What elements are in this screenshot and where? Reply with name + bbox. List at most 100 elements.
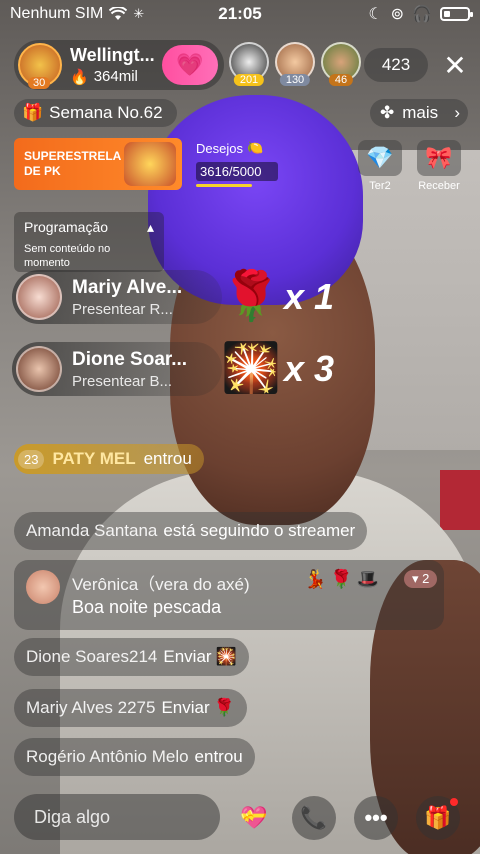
more-label: mais [402, 103, 439, 122]
video-call-button[interactable]: 📞 [292, 796, 336, 840]
wishes-label: Desejos [196, 140, 243, 156]
carrier-label: Nenhum SIM [10, 5, 104, 22]
lightstick-icon: 🎀 [417, 140, 461, 176]
chevron-right-icon: › [454, 103, 460, 122]
sender-name: Mariy Alve... [72, 276, 183, 298]
gift-button[interactable]: 🎁 [416, 796, 460, 840]
top-viewers: 201 130 46 [229, 42, 361, 86]
heart-wings-icon: 💗 [176, 52, 204, 77]
rotation-lock-icon: ⊚ [390, 6, 405, 23]
lightstick-icon: 🎇 [221, 341, 281, 395]
gift-message: Presentear B... [72, 372, 173, 390]
entry-name[interactable]: PATY MEL [52, 449, 135, 469]
gift-icon: 🎁 [424, 805, 452, 830]
rose-icon: 🌹 [330, 569, 353, 589]
battery-icon [440, 7, 473, 21]
side-button-receber[interactable]: 🎀 Receber [414, 140, 464, 192]
host-name: Wellingt... [70, 44, 155, 65]
sender-avatar[interactable] [16, 274, 62, 320]
rose-icon: 🌹 [213, 698, 235, 717]
dancer-icon: 💃 [304, 569, 327, 589]
sender-avatar[interactable] [16, 346, 62, 392]
chat-user: Amanda Santana [26, 521, 158, 540]
pk-superstar-banner[interactable]: SUPERESTRELA DE PK [14, 138, 182, 190]
viewer-badge: 46 [328, 74, 354, 86]
chat-text: Enviar [163, 647, 212, 666]
chat-message[interactable]: Dione Soares214 Enviar 🎇 [14, 638, 249, 676]
schedule-panel[interactable]: Programação ▴ Sem conteúdo no momento [14, 212, 164, 272]
host-level: 30 [28, 77, 51, 89]
lemon-icon: 🍋 [246, 140, 264, 155]
fan-badge-count: 2 [422, 571, 430, 586]
host-likes: 364mil [93, 68, 138, 85]
status-bar: Nenhum SIM ✳ 21:05 ☾ ⊚ 🎧 [0, 0, 480, 28]
more-button[interactable]: ✤ mais › [370, 99, 468, 127]
sender-name: Dione Soar... [72, 348, 188, 370]
entry-action: entrou [143, 449, 192, 468]
ellipsis-icon: ••• [364, 805, 388, 830]
chat-message[interactable]: Rogério Antônio Melo entrou [14, 738, 255, 776]
chat-text: entrou [194, 747, 243, 766]
viewer-count[interactable]: 423 [364, 48, 428, 82]
trophy-figure-icon [124, 142, 176, 186]
gift-banner: Mariy Alve... Presentear R... 🌹 x 1 [12, 270, 342, 324]
close-icon: ✕ [443, 49, 467, 81]
viewer-badge: 201 [233, 74, 265, 86]
wifi-icon [109, 7, 128, 20]
viewer-avatar[interactable]: 201 [229, 42, 269, 86]
fan-badge: ▾ 2 [404, 570, 438, 588]
gem-icon: 💎 [358, 140, 402, 176]
schedule-title: Programação [24, 219, 109, 235]
lightstick-icon: 🎇 [215, 647, 237, 666]
wishes-progress: 3616/5000 [196, 162, 278, 181]
chat-user: Rogério Antônio Melo [26, 747, 189, 766]
carrier: Nenhum SIM ✳ [10, 5, 144, 23]
chat-message[interactable]: Amanda Santana está seguindo o streamer [14, 512, 368, 550]
moon-icon: ☾ [368, 6, 383, 23]
caret-up-icon: ▴ [146, 219, 154, 235]
viewer-avatar[interactable]: 46 [321, 42, 361, 86]
chat-message[interactable]: Verônica（vera do axé) Boa noite pescada … [14, 560, 444, 630]
video-call-icon: 📞 [300, 805, 328, 830]
comment-input[interactable]: Diga algo [14, 794, 220, 840]
grid-icon: ✤ [380, 103, 395, 122]
gift-icon: 🎁 [22, 103, 44, 122]
pk-banner-text: SUPERESTRELA DE PK [24, 149, 121, 178]
headphones-icon: 🎧 [412, 6, 432, 23]
red-decoration [440, 470, 480, 530]
gift-message: Presentear R... [72, 300, 173, 318]
more-options-button[interactable]: ••• [354, 796, 398, 840]
week-label: Semana No.62 [49, 103, 163, 122]
chat-message[interactable]: Mariy Alves 2275 Enviar 🌹 [14, 689, 247, 727]
schedule-subtitle: Sem conteúdo no momento [24, 243, 111, 269]
gift-bag-button[interactable]: 💝 [232, 796, 276, 840]
viewer-avatar[interactable]: 130 [275, 42, 315, 86]
close-button[interactable]: ✕ [440, 48, 470, 82]
rose-icon: 🌹 [221, 269, 281, 323]
side-button-label: Ter2 [369, 180, 391, 192]
chat-text: Enviar [161, 698, 210, 717]
loading-icon: ✳ [133, 6, 145, 21]
notification-dot [450, 798, 458, 806]
wishes-progress-bar [196, 184, 253, 187]
chat-text: está seguindo o streamer [163, 521, 356, 540]
chat-avatar[interactable] [26, 570, 60, 604]
gift-multiplier: x 1 [284, 276, 335, 317]
side-button-ter2[interactable]: 💎 Ter2 [355, 140, 405, 192]
tophat-icon: 🎩 [356, 569, 380, 589]
chat-user: Dione Soares214 [26, 647, 158, 666]
host-avatar[interactable]: 30 [18, 43, 62, 89]
week-ranking[interactable]: 🎁 Semana No.62 [14, 99, 177, 127]
gift-banner: Dione Soar... Presentear B... 🎇 x 3 [12, 342, 342, 396]
gift-bag-icon: 💝 [240, 805, 268, 830]
follow-button[interactable]: 💗 [162, 45, 218, 85]
entry-level: 23 [18, 449, 45, 469]
gift-multiplier: x 3 [284, 348, 335, 389]
chat-user: Verônica（vera do axé) [72, 575, 250, 594]
viewer-badge: 130 [279, 74, 311, 86]
chat-text: Boa noite pescada [72, 597, 222, 617]
flame-icon: 🔥 [70, 68, 89, 86]
user-badges: 💃 🌹 🎩 [304, 569, 379, 590]
wishes-widget[interactable]: Desejos 🍋 3616/5000 [196, 140, 278, 190]
chat-user: Mariy Alves 2275 [26, 698, 156, 717]
